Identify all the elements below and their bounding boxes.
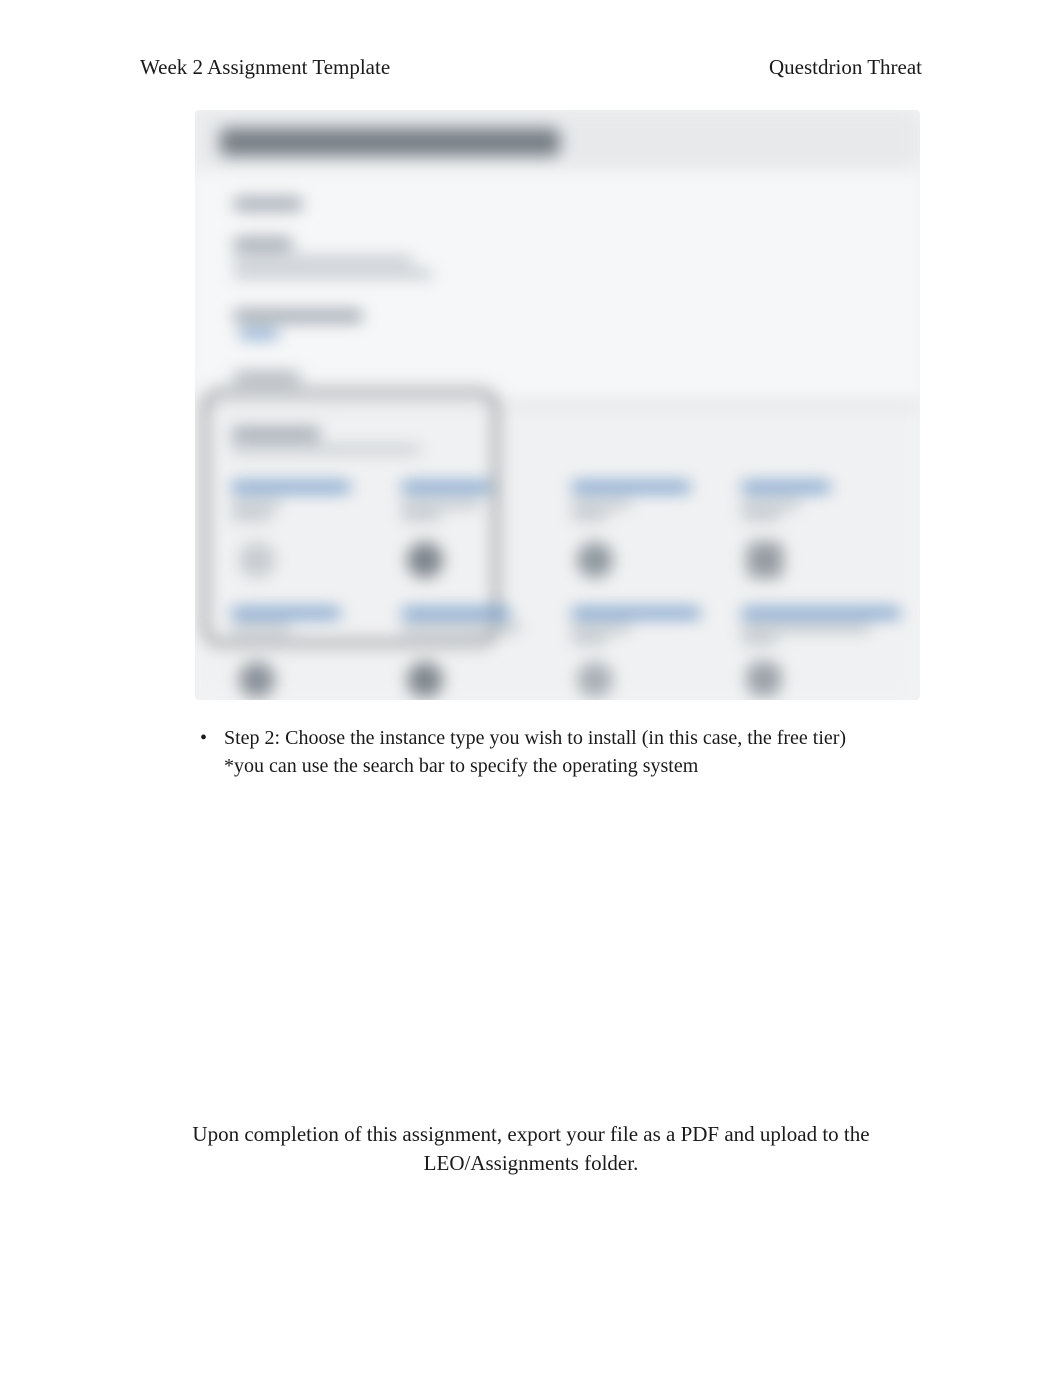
- page-header: Week 2 Assignment Template Questdrion Th…: [140, 55, 922, 80]
- embedded-screenshot: [195, 110, 920, 700]
- page-footer: Upon completion of this assignment, expo…: [0, 1120, 1062, 1179]
- header-right: Questdrion Threat: [769, 55, 922, 80]
- header-left: Week 2 Assignment Template: [140, 55, 390, 80]
- step-line-1: Step 2: Choose the instance type you wis…: [224, 724, 846, 752]
- footer-line-2: LEO/Assignments folder.: [160, 1149, 902, 1178]
- step-2-text: • Step 2: Choose the instance type you w…: [200, 724, 922, 780]
- footer-line-1: Upon completion of this assignment, expo…: [160, 1120, 902, 1149]
- console-title-blob: [220, 128, 560, 156]
- step-line-2: *you can use the search bar to specify t…: [224, 752, 846, 780]
- bullet-icon: •: [200, 724, 224, 780]
